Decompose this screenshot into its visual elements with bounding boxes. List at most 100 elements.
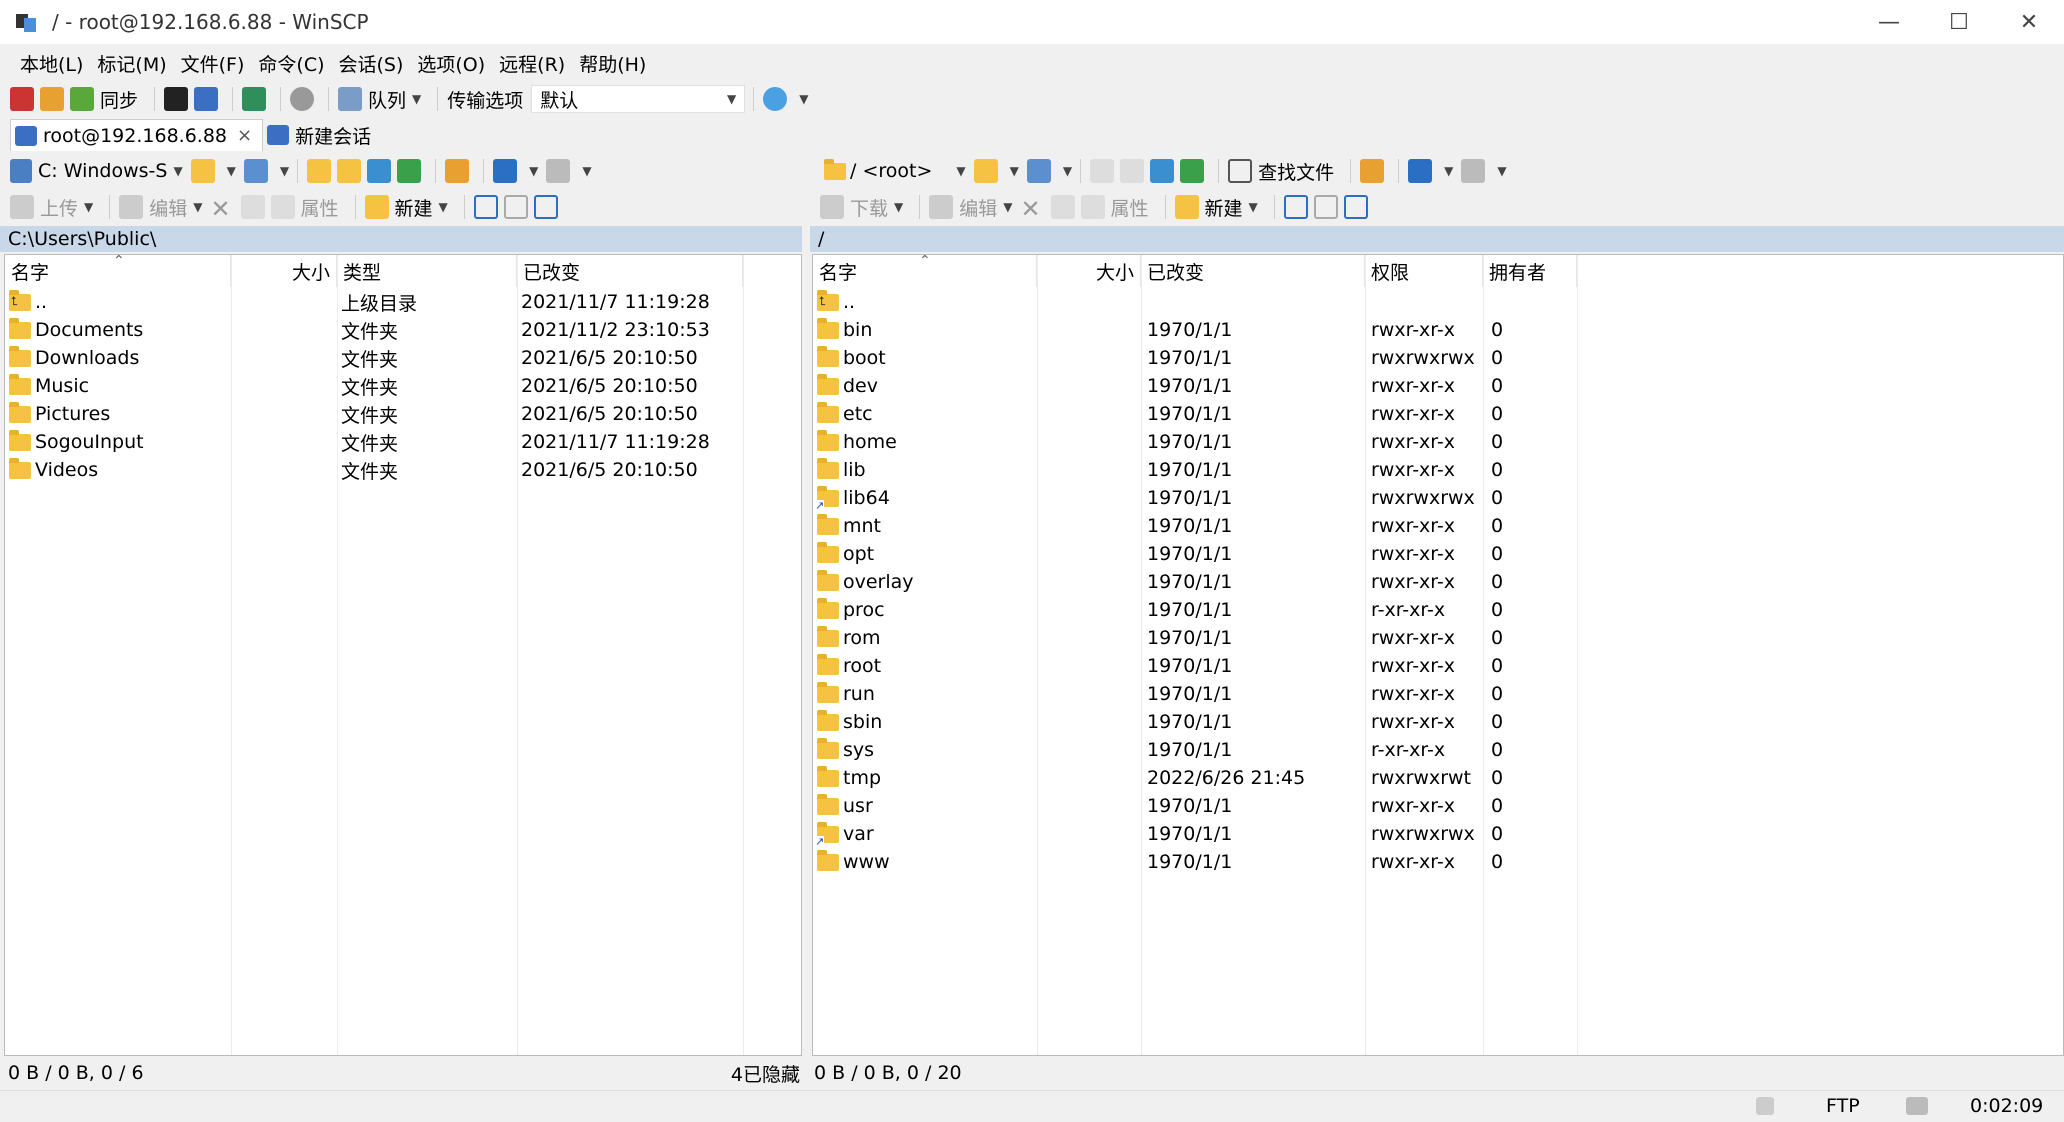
home-icon[interactable] <box>367 159 392 183</box>
file-row[interactable]: root 1970/1/1 rwxr-xr-x 0 <box>813 652 2063 680</box>
chevron-down-icon[interactable]: ▼ <box>799 92 808 106</box>
new-button[interactable]: 新建 ▼ <box>1174 194 1258 221</box>
back-arrow-icon[interactable] <box>493 159 518 183</box>
drive-select[interactable]: C: Windows-S ▼ <box>10 159 183 183</box>
file-row[interactable]: Videos 文件夹 2021/6/5 20:10:50 <box>5 456 801 484</box>
menu-file[interactable]: 文件(F) <box>181 50 245 77</box>
file-row[interactable]: rom 1970/1/1 rwxr-xr-x 0 <box>813 624 2063 652</box>
column-size[interactable]: 大小 <box>231 255 337 287</box>
refresh-icon[interactable] <box>1180 159 1205 183</box>
chevron-down-icon[interactable]: ▼ <box>529 164 538 178</box>
delete-icon[interactable]: ✕ <box>211 195 235 223</box>
close-window-button[interactable]: ✕ <box>1994 0 2064 44</box>
chevron-down-icon[interactable]: ▼ <box>227 164 236 178</box>
tree-icon[interactable] <box>445 159 470 183</box>
transfer-preset-select[interactable]: 默认 ▼ <box>531 85 746 113</box>
delete-icon[interactable]: ✕ <box>1021 195 1045 223</box>
column-rights[interactable]: 权限 <box>1365 255 1483 287</box>
edit-button[interactable]: 编辑 ▼ <box>119 194 203 221</box>
minimize-button[interactable]: — <box>1854 0 1924 44</box>
chevron-down-icon[interactable]: ▼ <box>280 164 289 178</box>
file-row[interactable]: bin 1970/1/1 rwxr-xr-x 0 <box>813 316 2063 344</box>
properties-button[interactable]: 属性 <box>270 194 339 221</box>
putty-icon[interactable] <box>194 87 219 111</box>
select-all-icon[interactable] <box>1283 195 1308 219</box>
console-icon[interactable] <box>164 87 189 111</box>
remote-file-list[interactable]: 名字 大小 已改变 权限 拥有者 ⌃ .. bin 1970/1/1 rwxr-xr-… <box>812 253 2064 1056</box>
filter-select-icon[interactable] <box>1343 195 1368 219</box>
file-row[interactable]: etc 1970/1/1 rwxr-xr-x 0 <box>813 400 2063 428</box>
menu-remote[interactable]: 远程(R) <box>499 50 565 77</box>
keep-remote-up-to-date-icon[interactable] <box>242 87 267 111</box>
file-row[interactable]: Downloads 文件夹 2021/6/5 20:10:50 <box>5 344 801 372</box>
globe-icon[interactable] <box>763 87 788 111</box>
file-row[interactable]: www 1970/1/1 rwxr-xr-x 0 <box>813 848 2063 876</box>
file-row[interactable]: sbin 1970/1/1 rwxr-xr-x 0 <box>813 708 2063 736</box>
file-row[interactable]: var 1970/1/1 rwxrwxrwx 0 <box>813 820 2063 848</box>
tab-session-root[interactable]: root@192.168.6.88 × <box>10 119 264 151</box>
column-changed[interactable]: 已改变 <box>517 255 743 287</box>
file-row[interactable]: Music 文件夹 2021/6/5 20:10:50 <box>5 372 801 400</box>
column-size[interactable]: 大小 <box>1037 255 1141 287</box>
tab-new-session[interactable]: 新建会话 <box>263 119 381 151</box>
file-row[interactable]: usr 1970/1/1 rwxr-xr-x 0 <box>813 792 2063 820</box>
synchronize-browsing-icon[interactable] <box>40 87 64 111</box>
open-folder-icon[interactable] <box>190 159 215 183</box>
filter-select-icon[interactable] <box>533 195 558 219</box>
local-file-list[interactable]: 名字 大小 类型 已改变 ⌃ .. 上级目录 2021/11/7 11:19:28 D… <box>4 253 802 1056</box>
tree-icon[interactable] <box>1360 159 1385 183</box>
file-row[interactable]: sys 1970/1/1 r-xr-xr-x 0 <box>813 736 2063 764</box>
column-owner[interactable]: 拥有者 <box>1483 255 1577 287</box>
rename-icon[interactable] <box>1050 195 1075 219</box>
close-tab-icon[interactable]: × <box>237 125 252 146</box>
new-button[interactable]: 新建 ▼ <box>364 194 448 221</box>
chevron-down-icon[interactable]: ▼ <box>1444 164 1453 178</box>
sync-button[interactable]: 同步 <box>70 86 138 113</box>
column-type[interactable]: 类型 <box>337 255 517 287</box>
filter-icon[interactable] <box>1026 159 1051 183</box>
column-changed[interactable]: 已改变 <box>1141 255 1365 287</box>
refresh-icon[interactable] <box>397 159 422 183</box>
file-row[interactable]: overlay 1970/1/1 rwxr-xr-x 0 <box>813 568 2063 596</box>
find-files-button[interactable]: 查找文件 <box>1228 158 1334 185</box>
filter-icon[interactable] <box>243 159 268 183</box>
file-row[interactable]: tmp 2022/6/26 21:45 rwxrwxrwt 0 <box>813 764 2063 792</box>
gear-icon[interactable] <box>290 87 315 111</box>
menu-help[interactable]: 帮助(H) <box>579 50 646 77</box>
queue-button[interactable]: 队列 ▼ <box>338 86 421 113</box>
chevron-down-icon[interactable]: ▼ <box>1010 164 1019 178</box>
chevron-down-icon[interactable]: ▼ <box>1063 164 1072 178</box>
edit-button[interactable]: 编辑 ▼ <box>929 194 1013 221</box>
menu-mark[interactable]: 标记(M) <box>97 50 166 77</box>
file-row[interactable]: boot 1970/1/1 rwxrwxrwx 0 <box>813 344 2063 372</box>
root-directory-icon[interactable] <box>337 159 362 183</box>
file-row[interactable]: .. 上级目录 2021/11/7 11:19:28 <box>5 288 801 316</box>
file-row[interactable]: mnt 1970/1/1 rwxr-xr-x 0 <box>813 512 2063 540</box>
upload-button[interactable]: 上传 ▼ <box>10 194 93 221</box>
back-arrow-icon[interactable] <box>1408 159 1433 183</box>
maximize-button[interactable]: ☐ <box>1924 0 1994 44</box>
menu-options[interactable]: 选项(O) <box>417 50 485 77</box>
menu-session[interactable]: 会话(S) <box>339 50 404 77</box>
file-row[interactable]: lib64 1970/1/1 rwxrwxrwx 0 <box>813 484 2063 512</box>
file-row[interactable]: Documents 文件夹 2021/11/2 23:10:53 <box>5 316 801 344</box>
menu-local[interactable]: 本地(L) <box>20 50 83 77</box>
file-row[interactable]: .. <box>813 288 2063 316</box>
file-row[interactable]: home 1970/1/1 rwxr-xr-x 0 <box>813 428 2063 456</box>
unselect-all-icon[interactable] <box>1313 195 1338 219</box>
home-icon[interactable] <box>1150 159 1175 183</box>
file-row[interactable]: run 1970/1/1 rwxr-xr-x 0 <box>813 680 2063 708</box>
file-row[interactable]: SogouInput 文件夹 2021/11/7 11:19:28 <box>5 428 801 456</box>
rename-icon[interactable] <box>240 195 265 219</box>
download-button[interactable]: 下载 ▼ <box>820 194 903 221</box>
unselect-all-icon[interactable] <box>503 195 528 219</box>
remote-directory-select[interactable]: / <root> ▼ <box>824 158 966 182</box>
open-folder-icon[interactable] <box>973 159 998 183</box>
file-row[interactable]: Pictures 文件夹 2021/6/5 20:10:50 <box>5 400 801 428</box>
file-row[interactable]: proc 1970/1/1 r-xr-xr-x 0 <box>813 596 2063 624</box>
properties-button[interactable]: 属性 <box>1080 194 1149 221</box>
menu-commands[interactable]: 命令(C) <box>258 50 324 77</box>
file-row[interactable]: lib 1970/1/1 rwxr-xr-x 0 <box>813 456 2063 484</box>
file-row[interactable]: dev 1970/1/1 rwxr-xr-x 0 <box>813 372 2063 400</box>
select-all-icon[interactable] <box>473 195 498 219</box>
